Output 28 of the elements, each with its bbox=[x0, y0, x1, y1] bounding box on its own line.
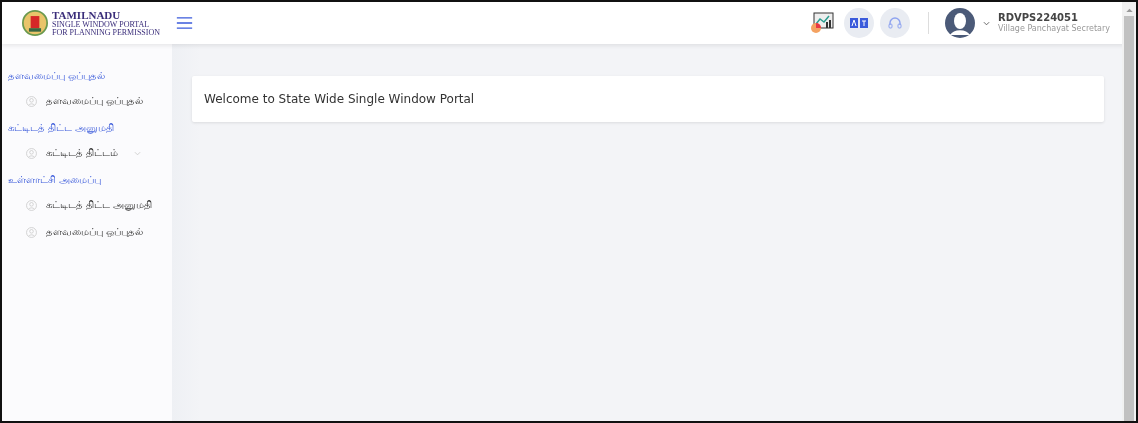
person-icon bbox=[26, 148, 37, 159]
user-id: RDVPS224051 bbox=[997, 11, 1079, 24]
caret-icon[interactable] bbox=[982, 20, 990, 26]
translate-button[interactable] bbox=[843, 8, 874, 38]
support-button[interactable] bbox=[879, 8, 910, 38]
sidebar-heading: தளவமைப்பு ஒப்புதல் bbox=[7, 69, 107, 83]
sidebar-item[interactable]: தளவமைப்பு ஒப்புதல் bbox=[2, 222, 172, 249]
person-icon bbox=[26, 96, 37, 107]
sidebar-item[interactable]: கட்டிடத் திட்ட அனுமதி bbox=[2, 195, 172, 222]
person-icon bbox=[26, 227, 37, 238]
portal-title: TAMILNADU bbox=[52, 9, 122, 21]
menu-icon[interactable] bbox=[176, 17, 193, 29]
sidebar-heading: உள்ளாட்சி அமைப்பு bbox=[7, 173, 103, 187]
translate-icon bbox=[849, 18, 868, 28]
scroll-up-icon[interactable] bbox=[1125, 8, 1133, 12]
scrollbar[interactable] bbox=[1122, 2, 1136, 421]
user-role: Village Panchayat Secretary bbox=[997, 24, 1110, 35]
emblem-icon bbox=[22, 10, 48, 36]
person-icon bbox=[26, 200, 37, 211]
avatar-icon[interactable] bbox=[944, 8, 975, 38]
portal-subtitle: FOR PLANNING PERMISSION bbox=[52, 28, 160, 37]
welcome-text: Welcome to State Wide Single Window Portal bbox=[204, 92, 475, 106]
chart-icon[interactable] bbox=[809, 12, 834, 34]
sidebar-item[interactable]: தளவமைப்பு ஒப்புதல் bbox=[2, 91, 172, 118]
headset-icon bbox=[886, 15, 903, 31]
sidebar-heading: கட்டிடத் திட்ட அனுமதி bbox=[7, 121, 116, 136]
portal-subtitle: SINGLE WINDOW PORTAL bbox=[52, 20, 151, 29]
sidebar-item[interactable]: கட்டிடத் திட்டம் bbox=[2, 143, 172, 170]
